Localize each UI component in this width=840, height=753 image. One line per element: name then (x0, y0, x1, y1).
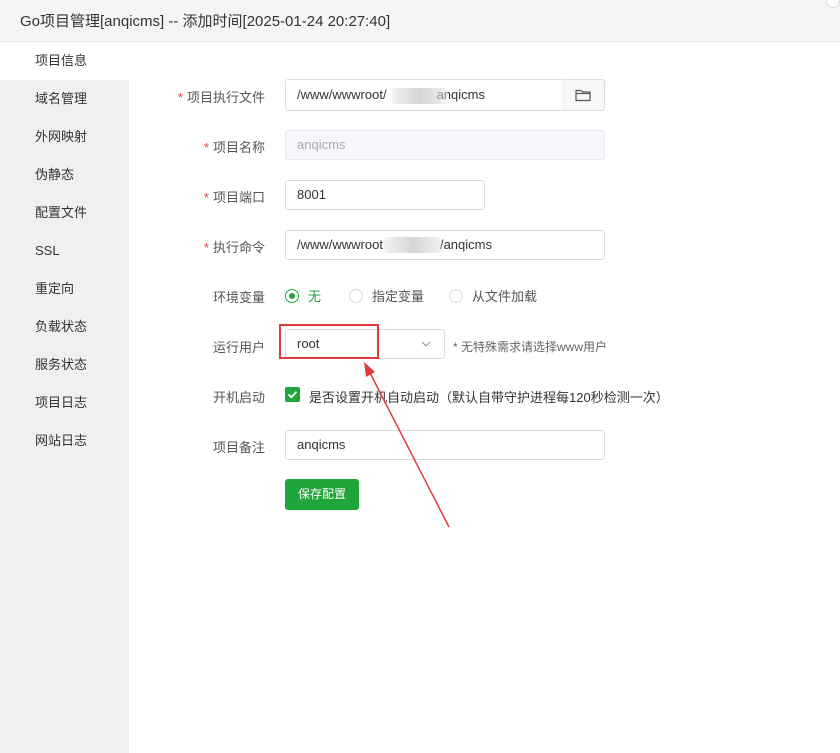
sidebar-item-port-mapping[interactable]: 外网映射 (0, 118, 129, 156)
env-radio-specify[interactable]: 指定变量 (349, 286, 424, 305)
sidebar-item-ssl[interactable]: SSL (0, 232, 129, 270)
sidebar-item-config-file[interactable]: 配置文件 (0, 194, 129, 232)
radio-checked-icon (285, 288, 299, 303)
close-icon[interactable] (826, 0, 840, 8)
autostart-label: 开机启动 (212, 390, 265, 405)
save-config-button[interactable]: 保存配置 (285, 479, 360, 510)
remark-label: 项目备注 (212, 440, 265, 455)
sidebar-item-site-log[interactable]: 网站日志 (0, 422, 129, 460)
sidebar-item-project-log[interactable]: 项目日志 (0, 384, 129, 422)
exec-file-value-prefix: /www/wwwroot/ (297, 87, 387, 102)
exec-command-label: * 执行命令 (203, 240, 265, 255)
browse-folder-button[interactable] (562, 79, 605, 111)
redacted-path (384, 237, 442, 253)
chevron-down-icon (421, 341, 431, 347)
run-user-label: 运行用户 (212, 340, 265, 355)
project-port-label: * 项目端口 (203, 190, 265, 205)
sidebar-item-service-status[interactable]: 服务状态 (0, 346, 129, 384)
exec-file-label: * 项目执行文件 (177, 90, 265, 105)
sidebar-item-load-status[interactable]: 负载状态 (0, 308, 129, 346)
env-vars-label: 环境变量 (212, 290, 265, 305)
dialog-title: Go项目管理[anqicms] -- 添加时间[2025-01-24 20:27… (20, 13, 391, 30)
env-radio-none[interactable]: 无 (285, 286, 321, 305)
sidebar-item-domain[interactable]: 域名管理 (0, 80, 129, 118)
sidebar-item-project-info[interactable]: 项目信息 (0, 42, 129, 80)
exec-command-value-suffix: /anqicms (439, 237, 492, 252)
sidebar-item-redirect[interactable]: 重定向 (0, 270, 129, 308)
annotation-highlight-box (279, 324, 379, 359)
exec-command-input[interactable]: /www/wwwroot/anqicms (285, 230, 605, 260)
redacted-path (392, 88, 448, 104)
autostart-checkbox[interactable] (285, 387, 300, 402)
project-name-label: * 项目名称 (203, 140, 265, 155)
folder-icon (575, 89, 591, 102)
radio-unchecked-icon (449, 288, 463, 303)
remark-input[interactable]: anqicms (285, 430, 605, 460)
project-port-input[interactable]: 8001 (285, 180, 485, 210)
project-name-input: anqicms (285, 130, 605, 160)
dialog-titlebar: Go项目管理[anqicms] -- 添加时间[2025-01-24 20:27… (0, 0, 840, 42)
checkmark-icon (287, 391, 298, 399)
autostart-text: 是否设置开机自动启动（默认自带守护进程每120秒检测一次） (309, 390, 669, 405)
project-info-form: * 项目执行文件 /www/wwwroot/anqicms * 项目名称 anqic… (129, 42, 840, 753)
sidebar: 项目信息 域名管理 外网映射 伪静态 配置文件 SSL 重定向 负载状态 服务状… (0, 42, 129, 753)
env-radio-from-file[interactable]: 从文件加载 (449, 286, 537, 305)
radio-unchecked-icon (349, 288, 363, 303)
exec-command-value-prefix: /www/wwwroot (297, 237, 383, 252)
sidebar-item-rewrite[interactable]: 伪静态 (0, 156, 129, 194)
run-user-hint: * 无特殊需求请选择www用户 (453, 340, 608, 354)
exec-file-input[interactable]: /www/wwwroot/anqicms (285, 79, 563, 111)
